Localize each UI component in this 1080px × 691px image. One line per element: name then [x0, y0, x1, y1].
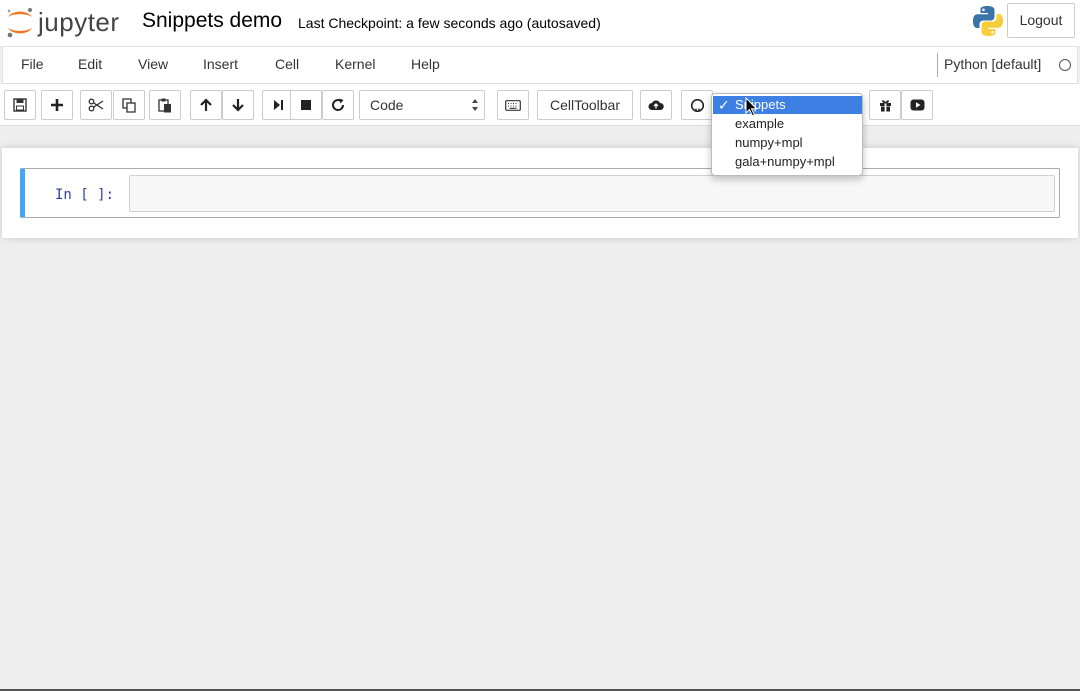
- jupyter-logo-icon: [7, 8, 32, 38]
- plus-icon: [51, 99, 63, 111]
- step-forward-icon: [274, 100, 283, 110]
- save-button[interactable]: [4, 90, 36, 120]
- cloud-upload-icon: [648, 100, 664, 110]
- play-circle-icon: [910, 99, 924, 111]
- menubar: File Edit View Insert Cell Kernel Help P…: [2, 46, 1078, 84]
- github-icon: [690, 98, 704, 112]
- restart-button[interactable]: [322, 90, 354, 120]
- keyboard-icon: [505, 99, 521, 111]
- menu-cell[interactable]: Cell: [275, 56, 299, 72]
- notebook-name[interactable]: Snippets demo: [142, 9, 282, 33]
- menu-help[interactable]: Help: [411, 56, 440, 72]
- logout-button[interactable]: Logout: [1007, 3, 1075, 38]
- select-arrows-icon: [472, 99, 478, 111]
- cell-type-select[interactable]: Code: [359, 90, 485, 120]
- arrow-down-icon: [232, 99, 244, 112]
- header: jupyter Snippets demo Last Checkpoint: a…: [0, 0, 1080, 46]
- present-button[interactable]: [901, 90, 933, 120]
- notebook-container: In [ ]:: [2, 148, 1078, 238]
- paste-icon: [158, 98, 171, 112]
- menu-file[interactable]: File: [21, 56, 44, 72]
- cell-type-value: Code: [370, 97, 404, 113]
- python-logo-icon: [970, 3, 1006, 39]
- menu-insert[interactable]: Insert: [203, 56, 238, 72]
- arrow-up-icon: [200, 98, 212, 111]
- mouse-pointer-icon: [745, 97, 758, 117]
- snippets-option-selected[interactable]: ✓ Snippets: [713, 96, 862, 114]
- cut-button[interactable]: [80, 90, 112, 120]
- paste-button[interactable]: [149, 90, 181, 120]
- kernel-name: Python [default]: [937, 53, 1041, 77]
- insert-cell-button[interactable]: [41, 90, 73, 120]
- snippets-option-numpy-mpl[interactable]: numpy+mpl: [735, 135, 803, 151]
- copy-button[interactable]: [113, 90, 145, 120]
- interrupt-button[interactable]: [290, 90, 322, 120]
- snippets-option-label: Snippets: [735, 97, 786, 112]
- menu-kernel[interactable]: Kernel: [335, 56, 375, 72]
- stop-icon: [301, 100, 311, 110]
- snippets-option-gala-numpy-mpl[interactable]: gala+numpy+mpl: [735, 154, 835, 170]
- github-button[interactable]: [681, 90, 713, 120]
- gift-icon: [879, 99, 891, 112]
- toolbar: Code CellToolbar: [0, 84, 1080, 126]
- move-up-button[interactable]: [190, 90, 222, 120]
- upload-button[interactable]: [640, 90, 672, 120]
- snippets-dropdown[interactable]: ✓ Snippets example numpy+mpl gala+numpy+…: [711, 93, 863, 176]
- refresh-icon: [332, 98, 345, 111]
- celltoolbar-button[interactable]: CellToolbar: [537, 90, 633, 120]
- menu-view[interactable]: View: [138, 56, 168, 72]
- copy-icon: [122, 97, 136, 113]
- save-icon: [13, 98, 27, 112]
- checkmark-icon: ✓: [718, 97, 730, 113]
- menu-edit[interactable]: Edit: [78, 56, 102, 72]
- command-palette-button[interactable]: [497, 90, 529, 120]
- logo-text: jupyter: [38, 7, 120, 37]
- gift-button[interactable]: [869, 90, 901, 120]
- code-cell[interactable]: In [ ]:: [20, 168, 1060, 218]
- code-editor[interactable]: [129, 175, 1055, 212]
- snippets-option-example[interactable]: example: [735, 116, 784, 132]
- jupyter-logo[interactable]: jupyter: [4, 4, 134, 40]
- cut-icon: [88, 98, 104, 112]
- kernel-idle-icon: [1059, 59, 1071, 71]
- move-down-button[interactable]: [222, 90, 254, 120]
- input-prompt: In [ ]:: [55, 187, 115, 203]
- checkpoint-status: Last Checkpoint: a few seconds ago (auto…: [298, 15, 601, 31]
